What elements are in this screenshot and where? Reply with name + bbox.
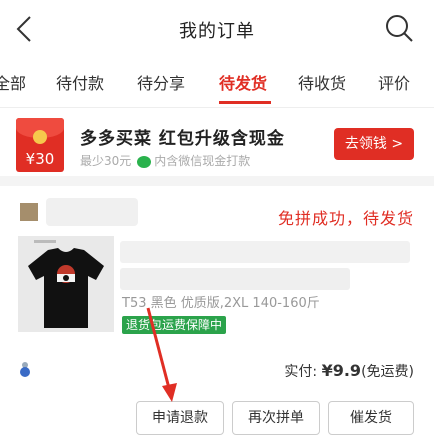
red-packet-icon: ¥30 [16,118,64,172]
return-shipping-badge: 退货包运费保障中 [122,316,227,334]
tab-all[interactable]: 全部 [0,70,26,94]
regroup-button[interactable]: 再次拼单 [232,401,320,435]
wechat-icon [137,155,152,168]
order-tabs: 全部 待付款 待分享 待发货 待收货 评价 [0,58,434,108]
order-card[interactable]: 免拼成功，待发货 T53 黑色 优质版,2XL 140-160斤 退货包运费保障… [0,186,434,445]
product-title-blurred[interactable] [120,241,410,263]
product-image[interactable] [18,236,114,332]
tab-review[interactable]: 评价 [378,70,410,94]
product-spec: T53 黑色 优质版,2XL 140-160斤 [122,296,320,311]
tshirt-image [18,236,114,332]
search-icon[interactable] [384,13,414,43]
tab-pending-shipment[interactable]: 待发货 [219,70,267,94]
orders-page: 我的订单 全部 待付款 待分享 待发货 待收货 评价 ¥30 多多买菜 红包升级… [0,0,434,445]
refund-button[interactable]: 申请退款 [136,401,224,435]
promo-subtitle: 最少30元 内含微信现金打款 [80,152,250,169]
withdraw-button[interactable]: 去领钱 > [334,128,414,160]
tab-pending-receipt[interactable]: 待收货 [298,70,346,94]
order-status: 免拼成功，待发货 [277,209,414,228]
tab-pending-share[interactable]: 待分享 [137,70,185,94]
active-tab-indicator [219,101,271,104]
urge-shipment-button[interactable]: 催发货 [328,401,414,435]
order-total: 实付: ¥9.9(免运费) [284,361,414,381]
bear-icon [20,362,30,377]
total-label: 实付: [284,364,322,380]
promo-subtitle-right: 内含微信现金打款 [154,154,251,168]
promo-title: 多多买菜 红包升级含现金 [80,129,285,149]
total-price: ¥9.9 [321,361,362,380]
shipping-note: (免运费) [361,364,414,380]
page-title: 我的订单 [179,21,255,42]
promo-subtitle-left: 最少30元 [80,154,132,168]
shop-name-blurred[interactable] [46,198,138,226]
promo-banner[interactable]: ¥30 多多买菜 红包升级含现金 最少30元 内含微信现金打款 去领钱 > [0,108,434,176]
product-subtitle-blurred [120,268,350,290]
tab-pending-payment[interactable]: 待付款 [56,70,104,94]
red-packet-amount: ¥30 [25,150,55,168]
shop-avatar[interactable] [20,203,38,221]
header-bar: 我的订单 [0,0,434,58]
